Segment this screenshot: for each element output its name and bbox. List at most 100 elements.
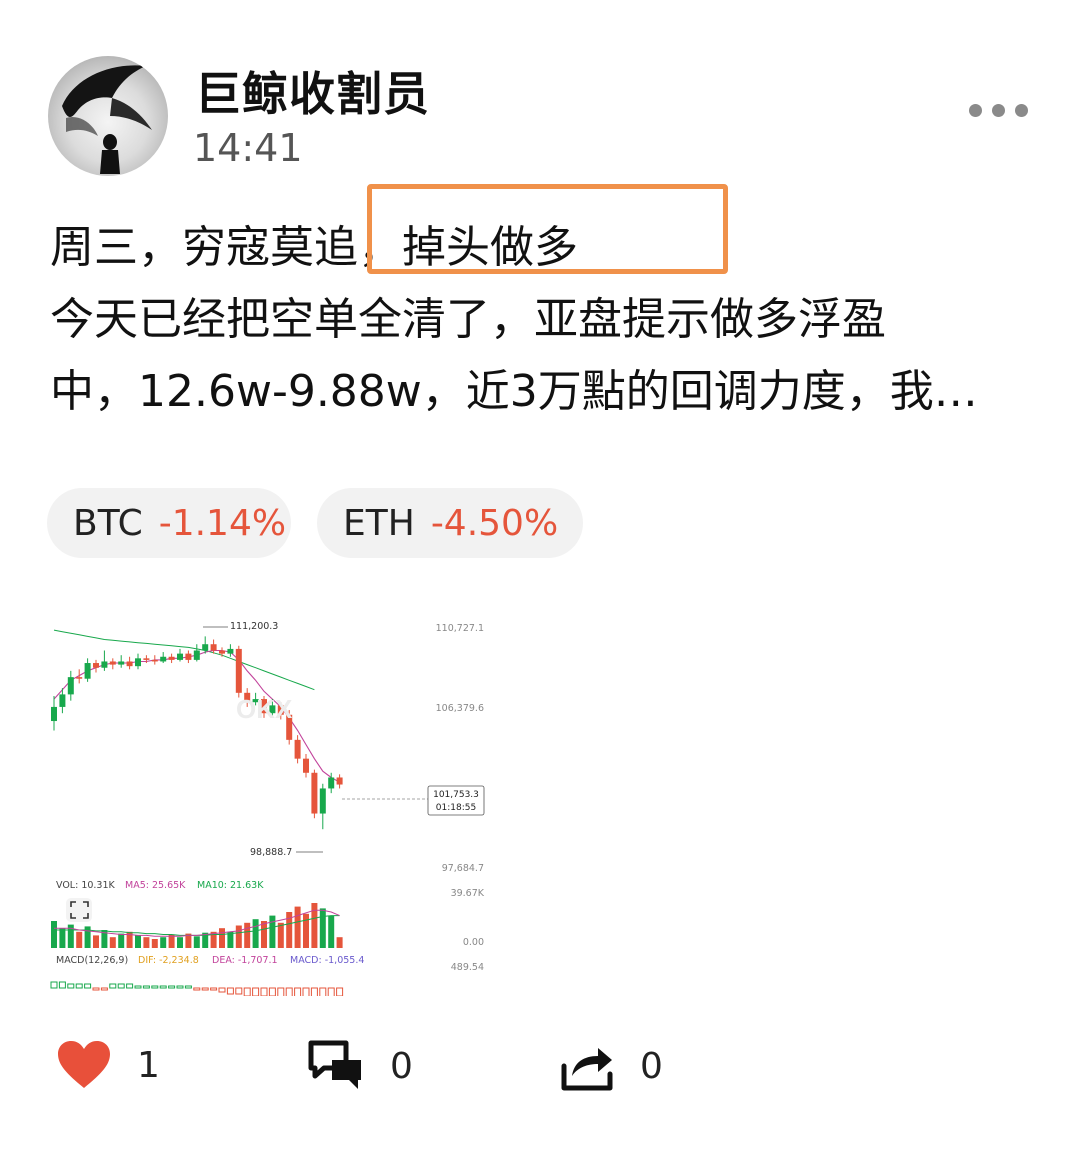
volume-bar [336, 937, 343, 948]
volume-bar [261, 921, 267, 948]
volume-bar [177, 937, 183, 948]
comment-count: 0 [390, 1045, 413, 1087]
volume-axis-top: 39.67K [451, 888, 485, 899]
volume-bar [235, 925, 242, 948]
candle [151, 659, 158, 662]
candle [109, 661, 116, 665]
share-button[interactable]: 0 [560, 1040, 663, 1092]
volume-bar [277, 922, 284, 948]
candle [336, 777, 343, 785]
author-name[interactable]: 巨鲸收割员 [195, 58, 430, 124]
countdown-label: 01:18:55 [436, 803, 476, 813]
volume-bar [294, 906, 301, 948]
like-button[interactable]: 1 [57, 1040, 160, 1090]
candle [319, 788, 326, 814]
price-axis-label: 97,684.7 [442, 863, 484, 874]
post-line-3: 中，12.6w-9.88w，近3万點的回调力度，我… [50, 366, 978, 417]
low-price-label: 98,888.7 [250, 847, 292, 858]
fullscreen-icon[interactable] [66, 898, 92, 922]
volume-bar [59, 928, 66, 948]
candle [67, 677, 74, 695]
whale-avatar-image [62, 65, 152, 174]
author-avatar[interactable] [48, 56, 168, 176]
share-icon [561, 1048, 613, 1091]
volume-bar [51, 921, 57, 948]
ticker-change: -4.50% [430, 502, 559, 544]
high-price-label: 111,200.3 [230, 621, 278, 632]
candle [59, 694, 66, 707]
candle [118, 661, 125, 665]
volume-bar [328, 915, 335, 948]
comment-button[interactable]: 0 [308, 1040, 413, 1092]
ticker-symbol: BTC [73, 502, 143, 544]
highlight-box [367, 184, 728, 274]
volume-bar [244, 922, 251, 948]
candle [311, 772, 318, 814]
candle [235, 648, 242, 693]
candle [160, 656, 167, 662]
dot-icon [992, 104, 1005, 117]
candle [185, 653, 192, 660]
more-options-icon[interactable] [969, 104, 1028, 117]
ticker-change: -1.14% [158, 502, 287, 544]
ticker-btc[interactable]: BTC -1.14% [47, 488, 291, 558]
post-time: 14:41 [193, 126, 303, 170]
volume-axis-zero: 0.00 [463, 937, 484, 948]
volume-bar [160, 937, 167, 948]
volume-bar [269, 915, 276, 948]
candle [219, 650, 225, 654]
ticker-eth[interactable]: ETH -4.50% [317, 488, 583, 558]
current-price-label: 101,753.3 [433, 790, 479, 800]
candle [143, 658, 150, 660]
candle [328, 777, 335, 789]
candle [168, 656, 175, 660]
share-count: 0 [640, 1045, 663, 1087]
dot-icon [969, 104, 982, 117]
volume-bar [193, 936, 200, 948]
volume-ma5-label: MA5: 25.65K [125, 880, 186, 891]
dot-icon [1015, 104, 1028, 117]
candle [93, 663, 99, 668]
post-line-2: 今天已经把空单全清了，亚盘提示做多浮盈 [50, 294, 886, 345]
macd-dea-label: DEA: -1,707.1 [212, 955, 278, 966]
candle [177, 653, 183, 660]
volume-bar [76, 931, 83, 948]
ticker-symbol: ETH [343, 502, 415, 544]
volume-bar [219, 928, 225, 948]
candle [101, 661, 108, 668]
volume-bar [303, 913, 309, 948]
candle [227, 648, 234, 654]
candle [51, 706, 57, 722]
macd-axis-top: 489.54 [451, 962, 484, 973]
candle [135, 658, 141, 667]
candle [303, 758, 309, 773]
candle [202, 644, 209, 651]
volume-label: VOL: 10.31K [56, 880, 116, 891]
volume-ma10-label: MA10: 21.63K [197, 880, 264, 891]
volume-bar [143, 937, 150, 948]
candle [126, 661, 133, 667]
volume-bar [252, 919, 259, 948]
candle [210, 644, 217, 651]
volume-bar [93, 935, 99, 948]
candle [294, 739, 301, 759]
macd-dif-label: DIF: -2,234.8 [138, 955, 199, 966]
heart-icon [58, 1041, 110, 1088]
macd-value-label: MACD: -1,055.4 [290, 955, 364, 966]
volume-bar [109, 937, 116, 948]
macd-label: MACD(12,26,9) [56, 955, 128, 966]
volume-bar [319, 908, 326, 948]
like-count: 1 [137, 1044, 160, 1086]
volume-bar [118, 933, 125, 948]
volume-bar [151, 939, 158, 948]
candle [84, 663, 91, 679]
price-axis-label: 110,727.1 [436, 623, 484, 634]
candle [76, 677, 83, 679]
price-axis-label: 106,379.6 [436, 703, 484, 714]
price-chart-image[interactable]: OKX 110,727.1 106,379.6 97,684.7 111,200… [46, 594, 488, 996]
volume-bar [135, 935, 141, 948]
candle [193, 650, 200, 660]
candlestick-chart: OKX 110,727.1 106,379.6 97,684.7 111,200… [46, 594, 488, 996]
watermark-text: OKX [236, 694, 293, 724]
comment-icon [308, 1040, 361, 1089]
